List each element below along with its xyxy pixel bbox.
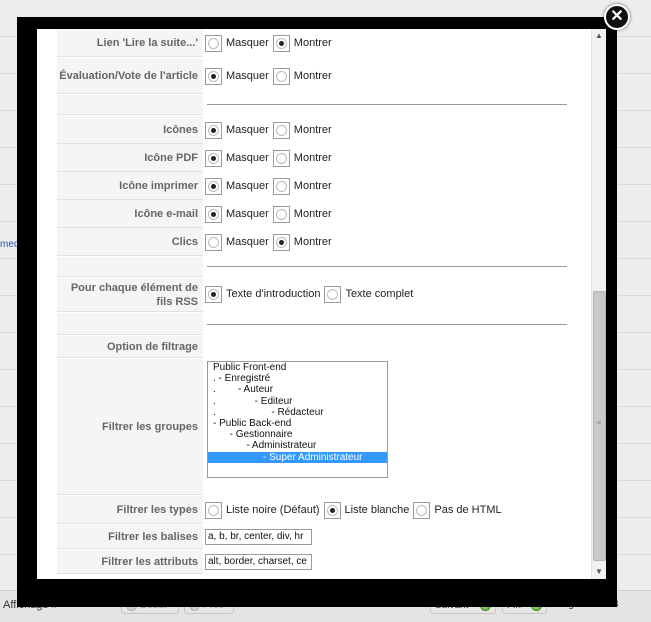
read-more-hide-label: Masquer: [226, 37, 269, 49]
group-option[interactable]: . - Auteur: [208, 384, 387, 395]
hits-show-label: Montrer: [293, 236, 332, 248]
spacer-cell: [57, 313, 203, 335]
print-show-label: Montrer: [293, 180, 332, 192]
icons-show-label: Montrer: [293, 124, 332, 136]
filter-tags-input[interactable]: a, b, br, center, div, hr: [205, 529, 312, 545]
hits-hide-radio[interactable]: [205, 233, 222, 251]
pdf-hide-label: Masquer: [226, 152, 269, 164]
no-html-label: Pas de HTML: [434, 504, 502, 516]
hits-hide-label: Masquer: [226, 236, 269, 248]
rss-intro-radio[interactable]: [205, 285, 222, 303]
pdf-icon-label: Icône PDF: [57, 144, 203, 172]
rating-hide-label: Masquer: [226, 70, 269, 82]
group-option[interactable]: Public Front-end: [208, 362, 387, 373]
icons-hide-label: Masquer: [226, 124, 269, 136]
filter-groups-listbox[interactable]: Public Front-end . - Enregistré . - Aute…: [207, 361, 388, 478]
group-option[interactable]: . - Rédacteur: [208, 407, 387, 418]
blacklist-label: Liste noire (Défaut): [226, 504, 320, 516]
whitelist-label: Liste blanche: [344, 504, 410, 516]
email-icon-label: Icône e-mail: [57, 200, 203, 228]
no-html-radio[interactable]: [413, 501, 431, 519]
hits-label: Clics: [57, 228, 203, 256]
email-show-label: Montrer: [293, 208, 332, 220]
grip-icon: ≡: [597, 420, 602, 427]
print-icon-label: Icône imprimer: [57, 172, 203, 200]
group-option[interactable]: - Administrateur: [208, 440, 387, 451]
pdf-show-radio[interactable]: [272, 149, 290, 167]
rating-hide-radio[interactable]: [205, 67, 222, 85]
filter-groups-label: Filtrer les groupes: [57, 359, 203, 495]
separator: [207, 266, 567, 267]
group-option[interactable]: . - Enregistré: [208, 373, 387, 384]
icons-hide-radio[interactable]: [205, 121, 222, 139]
pdf-hide-radio[interactable]: [205, 149, 222, 167]
modal-scrollbar[interactable]: ▲ ≡ ▼: [591, 29, 606, 579]
rating-label: Évaluation/Vote de l'article: [57, 58, 203, 94]
rating-show-label: Montrer: [293, 70, 332, 82]
print-hide-radio[interactable]: [205, 177, 222, 195]
close-icon[interactable]: ✕: [604, 4, 630, 30]
rss-label: Pour chaque élément de fils RSS: [57, 278, 203, 312]
separator: [207, 324, 567, 325]
read-more-show-label: Montrer: [293, 37, 332, 49]
email-hide-radio[interactable]: [205, 205, 222, 223]
read-more-hide-radio[interactable]: [205, 34, 222, 52]
read-more-show-radio[interactable]: [272, 34, 290, 52]
print-hide-label: Masquer: [226, 180, 269, 192]
group-option[interactable]: - Gestionnaire: [208, 429, 387, 440]
email-hide-label: Masquer: [226, 208, 269, 220]
print-show-radio[interactable]: [272, 177, 290, 195]
icons-show-radio[interactable]: [272, 121, 290, 139]
scroll-thumb[interactable]: ≡: [593, 291, 606, 561]
spacer-cell: [57, 95, 203, 115]
scroll-down-arrow-icon[interactable]: ▼: [592, 565, 606, 579]
scroll-up-arrow-icon[interactable]: ▲: [592, 29, 606, 43]
filter-tags-label: Filtrer les balises: [57, 525, 203, 549]
rss-full-label: Texte complet: [345, 288, 414, 300]
modal-content: Lien 'Lire la suite...' Masquer Montrer …: [37, 29, 606, 579]
filter-option-label: Option de filtrage: [57, 336, 203, 358]
group-option-selected[interactable]: - Super Administrateur: [208, 451, 387, 463]
rss-full-radio[interactable]: [324, 285, 342, 303]
read-more-label: Lien 'Lire la suite...': [57, 29, 203, 57]
rss-intro-label: Texte d'introduction: [226, 288, 321, 300]
filter-attrs-input[interactable]: alt, border, charset, ce: [205, 554, 312, 570]
separator: [207, 104, 567, 105]
filter-types-label: Filtrer les types: [57, 496, 203, 524]
group-option[interactable]: - Public Back-end: [208, 418, 387, 429]
spacer-cell: [57, 257, 203, 277]
group-option[interactable]: . - Editeur: [208, 396, 387, 407]
whitelist-radio[interactable]: [323, 501, 341, 519]
blacklist-radio[interactable]: [205, 501, 222, 519]
email-show-radio[interactable]: [272, 205, 290, 223]
icons-label: Icônes: [57, 116, 203, 144]
pdf-show-label: Montrer: [293, 152, 332, 164]
filter-attrs-label: Filtrer les attributs: [57, 550, 203, 574]
hits-show-radio[interactable]: [272, 233, 290, 251]
rating-show-radio[interactable]: [272, 67, 290, 85]
